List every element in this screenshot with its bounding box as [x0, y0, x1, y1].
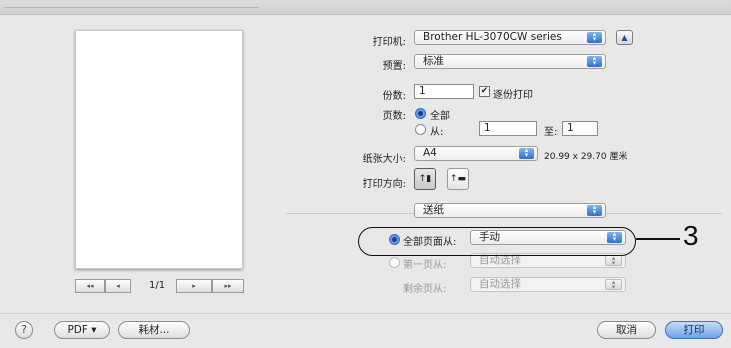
chevron-updown-icon: ▴ ▾ — [605, 279, 622, 291]
remaining-from-select[interactable]: 自动选择 ▴ ▾ — [470, 277, 626, 292]
printer-label: 打印机: — [372, 37, 406, 48]
page-indicator: 1/1 — [149, 280, 166, 291]
paper-size-value: A4 — [423, 147, 437, 159]
pages-to-field[interactable]: 1 — [562, 121, 598, 136]
printer-value: Brother HL-3070CW series — [423, 31, 562, 43]
collate-checkbox[interactable]: ✔ — [479, 86, 490, 97]
preview-nav-forward-group: ▸ ▸▸ — [176, 279, 244, 293]
pdf-button[interactable]: PDF ▾ — [54, 321, 110, 339]
supplies-button[interactable]: 耗材... — [118, 321, 190, 339]
window-top-edge — [0, 0, 731, 15]
panel-value: 送纸 — [423, 204, 444, 216]
page-preview — [75, 30, 243, 269]
remaining-from-label: 剩余页从: — [403, 284, 447, 295]
pages-from-radio[interactable] — [415, 124, 426, 135]
landscape-person-icon: ↑▬ — [449, 174, 467, 184]
pages-from-field[interactable]: 1 — [479, 121, 537, 136]
landscape-orientation-button[interactable]: ↑▬ — [447, 168, 469, 190]
first-page-from-radio[interactable] — [389, 257, 400, 268]
pages-all-label: 全部 — [430, 111, 450, 122]
pages-label: 页数: — [382, 111, 406, 122]
paper-size-select[interactable]: A4 ▴ ▾ — [414, 146, 538, 161]
ruler-line — [4, 7, 259, 8]
chevron-updown-icon: ▴ ▾ — [519, 147, 534, 159]
pages-all-radio[interactable] — [415, 108, 426, 119]
collate-label: 逐份打印 — [493, 90, 533, 101]
disclosure-button[interactable]: ▲ — [616, 30, 633, 45]
pages-from-label: 从: — [430, 127, 444, 138]
pages-to-label: 至: — [544, 127, 558, 138]
callout-number: 3 — [683, 220, 699, 251]
next-page-button[interactable]: ▸ — [176, 279, 212, 293]
help-button[interactable]: ? — [15, 321, 33, 339]
chevron-updown-icon: ▴ ▾ — [605, 255, 622, 267]
copies-label: 份数: — [382, 91, 406, 102]
last-page-button[interactable]: ▸▸ — [212, 279, 244, 293]
chevron-updown-icon: ▴ ▾ — [587, 55, 602, 67]
triangle-up-icon: ▲ — [621, 33, 628, 42]
orientation-label: 打印方向: — [362, 179, 406, 190]
first-page-button[interactable]: ◂◂ — [75, 279, 105, 293]
copies-field[interactable]: 1 — [414, 84, 474, 99]
print-button[interactable]: 打印 — [665, 321, 723, 339]
panel-select[interactable]: 送纸 ▴ ▾ — [414, 203, 606, 218]
portrait-orientation-button[interactable]: ↑▮ — [414, 168, 436, 190]
paper-size-dims: 20.99 x 29.70 厘米 — [544, 152, 628, 162]
chevron-updown-icon: ▴ ▾ — [587, 31, 602, 43]
preset-value: 标准 — [423, 55, 444, 67]
remaining-from-value: 自动选择 — [479, 278, 521, 290]
printer-select[interactable]: Brother HL-3070CW series ▴ ▾ — [414, 30, 606, 45]
callout-line — [636, 238, 680, 240]
footer-divider — [0, 313, 731, 314]
preset-select[interactable]: 标准 ▴ ▾ — [414, 54, 606, 69]
first-page-from-label: 第一页从: — [403, 260, 447, 271]
cancel-button[interactable]: 取消 — [597, 321, 656, 339]
preset-label: 预置: — [382, 61, 406, 72]
paper-size-label: 纸张大小: — [362, 154, 406, 165]
print-dialog: ◂◂ ◂ 1/1 ▸ ▸▸ 打印机: Brother HL-3070CW ser… — [0, 0, 731, 348]
prev-page-button[interactable]: ◂ — [105, 279, 131, 293]
portrait-person-icon: ↑▮ — [418, 174, 432, 184]
callout-oval — [358, 227, 636, 256]
preview-nav-back-group: ◂◂ ◂ — [75, 279, 131, 293]
chevron-updown-icon: ▴ ▾ — [587, 204, 602, 216]
